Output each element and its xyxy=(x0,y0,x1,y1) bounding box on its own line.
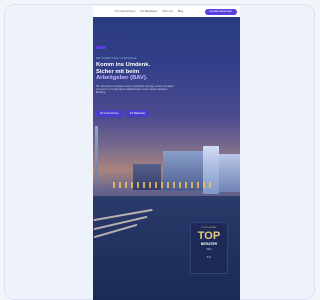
nav-menu: Für Unternehmen Für Mitarbeiter Über uns… xyxy=(115,10,183,13)
headline-line-1: Komm ins Umdenk. xyxy=(96,62,151,68)
hero-headline: Komm ins Umdenk. Sicher mit beim Arbeitg… xyxy=(96,62,176,82)
logo-badge xyxy=(96,46,106,49)
contact-button[interactable]: Kontakt aufnehmen xyxy=(204,8,237,15)
nav-item-employees[interactable]: Für Mitarbeiter xyxy=(140,10,157,13)
seal-subtitle: BERATER xyxy=(200,242,218,246)
hero-buttons: Für Unternehmen Für Mitarbeiter xyxy=(96,110,150,117)
hero-tagline: BETRIEBLICHE VORSORGE xyxy=(96,57,137,60)
hero-lead-text: Wir unterstützen Arbeitgeber dabei, betr… xyxy=(96,85,174,95)
seal-publisher: FOCUS MONEY xyxy=(201,227,217,229)
nav-item-blog[interactable]: Blog xyxy=(178,10,183,13)
building xyxy=(219,154,240,192)
seal-title: TOP xyxy=(197,230,221,242)
headline-accent: Arbeitgeber (BAV). xyxy=(96,75,148,82)
headline-line-2: Sicher mit beim xyxy=(96,68,140,75)
hero-section: BETRIEBLICHE VORSORGE Komm ins Umdenk. S… xyxy=(96,36,176,95)
seal-category: BAV xyxy=(206,257,212,259)
tv-tower xyxy=(95,126,98,186)
city-lights xyxy=(113,182,213,188)
employees-button[interactable]: Für Mitarbeiter xyxy=(125,110,150,117)
seal-year: 2024 xyxy=(206,249,212,251)
website-page: Für Unternehmen Für Mitarbeiter Über uns… xyxy=(93,6,240,300)
award-seal: FOCUS MONEY TOP BERATER 2024 BAV xyxy=(190,222,228,274)
top-navigation: Für Unternehmen Für Mitarbeiter Über uns… xyxy=(93,6,240,17)
nav-item-about[interactable]: Über uns xyxy=(162,10,173,13)
companies-button[interactable]: Für Unternehmen xyxy=(96,110,123,117)
nav-item-companies[interactable]: Für Unternehmen xyxy=(115,10,135,13)
